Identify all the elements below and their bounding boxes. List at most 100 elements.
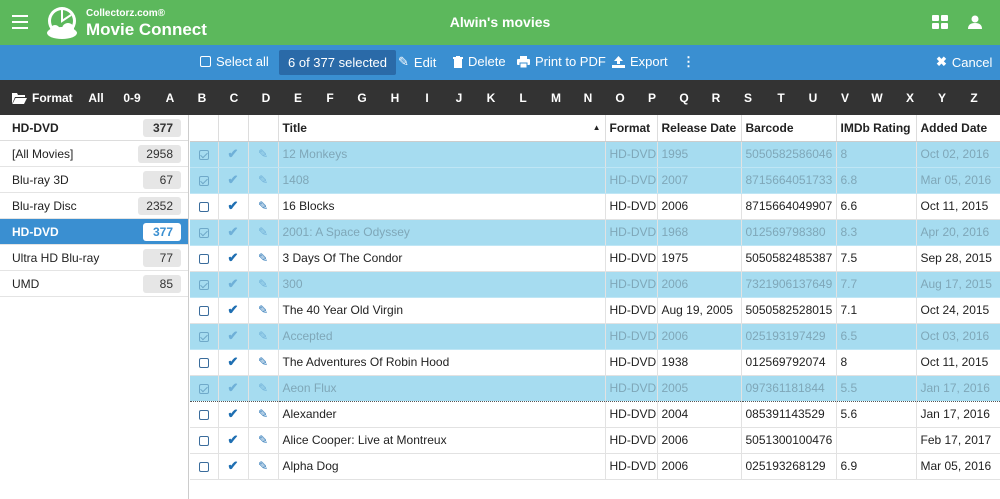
table-row[interactable]: ✔ ✎ The 40 Year Old Virgin HD-DVD Aug 19, 20… (190, 297, 1000, 324)
header-barcode[interactable]: Barcode (741, 115, 837, 142)
letter-filter-u[interactable]: U (809, 91, 818, 105)
row-edit-cell[interactable]: ✎ (248, 245, 279, 272)
format-folder-button[interactable]: Format (12, 91, 73, 105)
checkbox-icon[interactable] (198, 357, 209, 368)
letter-filter-f[interactable]: F (326, 91, 333, 105)
letter-filter-c[interactable]: C (230, 91, 239, 105)
checkbox-icon[interactable] (198, 461, 209, 472)
row-edit-cell[interactable]: ✎ (248, 453, 279, 480)
pencil-icon[interactable]: ✎ (258, 355, 268, 369)
pencil-icon[interactable]: ✎ (258, 381, 268, 395)
letter-filter-s[interactable]: S (744, 91, 752, 105)
row-select-cell[interactable] (190, 374, 219, 402)
row-edit-cell[interactable]: ✎ (248, 271, 279, 298)
row-edit-cell[interactable]: ✎ (248, 427, 279, 454)
row-select-cell[interactable] (190, 271, 219, 298)
letter-filter-k[interactable]: K (487, 91, 496, 105)
checked-checkbox-icon[interactable] (198, 227, 209, 238)
header-format[interactable]: Format (605, 115, 658, 142)
table-row[interactable]: ✔ ✎ Alexander HD-DVD 2004 085391143529 5.6 Jan … (190, 401, 1000, 428)
row-select-cell[interactable] (190, 427, 219, 454)
logo[interactable]: Collectorz.com® Movie Connect (44, 5, 207, 41)
print-pdf-button[interactable]: Print to PDF (517, 54, 606, 69)
row-select-cell[interactable] (190, 453, 219, 480)
checked-checkbox-icon[interactable] (198, 175, 209, 186)
letter-filter-v[interactable]: V (841, 91, 849, 105)
letter-filter-q[interactable]: Q (679, 91, 688, 105)
row-select-cell[interactable] (190, 219, 219, 246)
row-edit-cell[interactable]: ✎ (248, 297, 279, 324)
row-select-cell[interactable] (190, 167, 219, 194)
table-row[interactable]: ✔ ✎ 12 Monkeys HD-DVD 1995 5050582586046 8 Oct … (190, 141, 1000, 168)
letter-filter-d[interactable]: D (262, 91, 271, 105)
table-row[interactable]: ✔ ✎ The Adventures Of Robin Hood HD-DVD 1938… (190, 349, 1000, 376)
sidebar-item[interactable]: HD-DVD 377 (0, 219, 188, 245)
row-edit-cell[interactable]: ✎ (248, 349, 279, 376)
row-select-cell[interactable] (190, 401, 219, 428)
user-icon[interactable] (968, 15, 982, 29)
pencil-icon[interactable]: ✎ (258, 407, 268, 421)
letter-filter-r[interactable]: R (712, 91, 721, 105)
table-row[interactable]: ✔ ✎ 1408 HD-DVD 2007 8715664051733 6.8 Mar 05, … (190, 167, 1000, 194)
checkbox-icon[interactable] (198, 435, 209, 446)
row-edit-cell[interactable]: ✎ (248, 323, 279, 350)
export-button[interactable]: Export (612, 54, 668, 69)
pencil-icon[interactable]: ✎ (258, 277, 268, 291)
sidebar-item[interactable]: UMD 85 (0, 271, 188, 297)
table-row[interactable]: ✔ ✎ Accepted HD-DVD 2006 025193197429 6.5 Oct 0… (190, 323, 1000, 350)
letter-filter-t[interactable]: T (777, 91, 784, 105)
grid-view-icon[interactable] (932, 15, 948, 29)
row-select-cell[interactable] (190, 141, 219, 168)
table-row[interactable]: ✔ ✎ 300 HD-DVD 2006 7321906137649 7.7 Aug 17, 2… (190, 271, 1000, 298)
edit-button[interactable]: ✎ Edit (398, 54, 436, 70)
row-edit-cell[interactable]: ✎ (248, 401, 279, 428)
row-select-cell[interactable] (190, 245, 219, 272)
pencil-icon[interactable]: ✎ (258, 459, 268, 473)
letter-filter-h[interactable]: H (391, 91, 400, 105)
pencil-icon[interactable]: ✎ (258, 303, 268, 317)
checked-checkbox-icon[interactable] (198, 149, 209, 160)
table-row[interactable]: ✔ ✎ Aeon Flux HD-DVD 2005 097361181844 5.5 Jan … (190, 374, 1000, 402)
pencil-icon[interactable]: ✎ (258, 225, 268, 239)
table-row[interactable]: ✔ ✎ 2001: A Space Odyssey HD-DVD 1968 0125697… (190, 219, 1000, 246)
sidebar-item[interactable]: [All Movies] 2958 (0, 141, 188, 167)
select-all-button[interactable]: Select all (200, 54, 269, 69)
row-edit-cell[interactable]: ✎ (248, 167, 279, 194)
pencil-icon[interactable]: ✎ (258, 147, 268, 161)
pencil-icon[interactable]: ✎ (258, 329, 268, 343)
checked-checkbox-icon[interactable] (198, 331, 209, 342)
delete-button[interactable]: Delete (453, 54, 506, 69)
checked-checkbox-icon[interactable] (198, 279, 209, 290)
checkbox-icon[interactable] (198, 253, 209, 264)
header-release-date[interactable]: Release Date (657, 115, 742, 142)
checkbox-icon[interactable] (198, 409, 209, 420)
checked-checkbox-icon[interactable] (198, 383, 209, 394)
letter-filter-0-9[interactable]: 0-9 (123, 91, 140, 105)
checkbox-icon[interactable] (198, 305, 209, 316)
hamburger-menu-icon[interactable] (12, 15, 28, 29)
table-row[interactable]: ✔ ✎ 16 Blocks HD-DVD 2006 8715664049907 6.6 Oct… (190, 193, 1000, 220)
letter-filter-p[interactable]: P (648, 91, 656, 105)
sidebar-item[interactable]: Blu-ray 3D 67 (0, 167, 188, 193)
letter-filter-l[interactable]: L (519, 91, 526, 105)
row-edit-cell[interactable]: ✎ (248, 374, 279, 402)
sidebar-item[interactable]: Ultra HD Blu-ray 77 (0, 245, 188, 271)
letter-filter-w[interactable]: W (871, 91, 882, 105)
letter-filter-m[interactable]: M (551, 91, 561, 105)
row-select-cell[interactable] (190, 323, 219, 350)
cancel-button[interactable]: ✖ Cancel (936, 54, 992, 70)
table-row[interactable]: ✔ ✎ 3 Days Of The Condor HD-DVD 1975 50505824… (190, 245, 1000, 272)
row-edit-cell[interactable]: ✎ (248, 219, 279, 246)
row-edit-cell[interactable]: ✎ (248, 193, 279, 220)
letter-filter-j[interactable]: J (456, 91, 463, 105)
letter-filter-o[interactable]: O (615, 91, 624, 105)
row-select-cell[interactable] (190, 349, 219, 376)
pencil-icon[interactable]: ✎ (258, 251, 268, 265)
row-select-cell[interactable] (190, 297, 219, 324)
letter-filter-n[interactable]: N (584, 91, 593, 105)
letter-filter-y[interactable]: Y (938, 91, 946, 105)
table-row[interactable]: ✔ ✎ Alpha Dog HD-DVD 2006 025193268129 6.9 Mar … (190, 453, 1000, 480)
header-imdb-rating[interactable]: IMDb Rating (836, 115, 917, 142)
letter-filter-b[interactable]: B (198, 91, 207, 105)
letter-filter-all[interactable]: All (88, 91, 103, 105)
